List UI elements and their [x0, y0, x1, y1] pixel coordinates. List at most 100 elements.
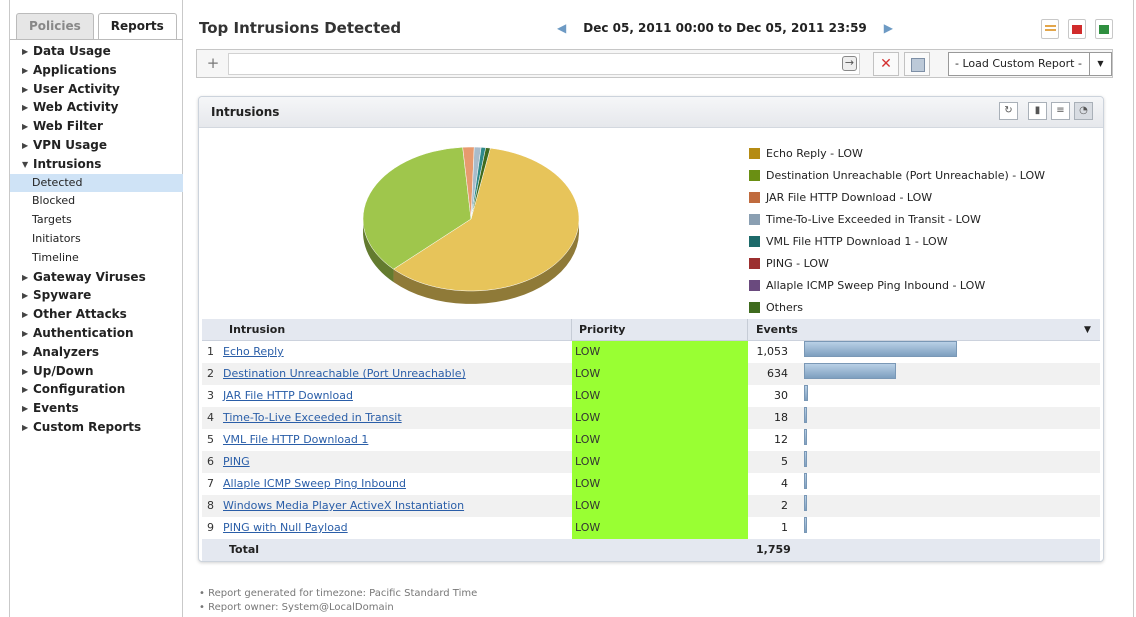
row-number: 7: [207, 477, 214, 490]
expand-arrow-icon: ▶: [22, 385, 29, 395]
legend-swatch: [749, 257, 760, 269]
column-divider: [747, 319, 748, 341]
load-custom-report-select[interactable]: - Load Custom Report - ▼: [948, 52, 1112, 76]
table-view-icon[interactable]: ≡: [1051, 102, 1070, 120]
table-total-row: Total 1,759: [202, 539, 1100, 561]
nav-web-filter[interactable]: ▶ Web Filter: [10, 117, 183, 136]
legend-label: Others: [766, 300, 803, 314]
legend-swatch: [749, 169, 760, 181]
nav-events[interactable]: ▶ Events: [10, 399, 183, 418]
legend-swatch: [749, 191, 760, 203]
intrusion-link[interactable]: Windows Media Player ActiveX Instantiati…: [223, 495, 464, 517]
intrusion-link[interactable]: VML File HTTP Download 1: [223, 429, 368, 451]
events-count: 1: [781, 521, 788, 534]
col-header-priority[interactable]: Priority: [579, 319, 625, 341]
intrusion-link[interactable]: Allaple ICMP Sweep Ping Inbound: [223, 473, 406, 495]
legend-swatch: [749, 147, 760, 159]
legend-label: PING - LOW: [766, 256, 829, 270]
priority-cell: LOW: [572, 429, 748, 451]
priority-cell: LOW: [572, 517, 748, 539]
nav-spyware[interactable]: ▶ Spyware: [10, 286, 183, 305]
row-number: 6: [207, 455, 214, 468]
intrusion-link[interactable]: Destination Unreachable (Port Unreachabl…: [223, 363, 466, 385]
nav-label: Custom Reports: [33, 419, 142, 434]
prev-date-arrow-icon[interactable]: ◀: [557, 21, 566, 35]
nav-up-down[interactable]: ▶ Up/Down: [10, 362, 183, 381]
table-row: 2 Destination Unreachable (Port Unreachab…: [202, 363, 1100, 385]
row-number: 8: [207, 499, 214, 512]
apply-filter-arrow-icon[interactable]: →: [842, 56, 857, 71]
bar-chart-view-icon[interactable]: ▮: [1028, 102, 1047, 120]
intrusion-link[interactable]: Echo Reply: [223, 341, 284, 363]
legend-label: Allaple ICMP Sweep Ping Inbound - LOW: [766, 278, 986, 292]
col-header-events[interactable]: Events: [756, 319, 798, 341]
intrusion-link[interactable]: JAR File HTTP Download: [223, 385, 353, 407]
nav-label: User Activity: [33, 81, 120, 96]
refresh-icon[interactable]: ↻: [999, 102, 1018, 120]
nav-sub-targets[interactable]: Targets: [10, 211, 183, 230]
nav-sub-initiators[interactable]: Initiators: [10, 230, 183, 249]
row-number: 9: [207, 521, 214, 534]
events-bar: [804, 385, 809, 401]
nav-configuration[interactable]: ▶ Configuration: [10, 380, 183, 399]
add-filter-button[interactable]: +: [203, 55, 223, 73]
nav-web-activity[interactable]: ▶ Web Activity: [10, 98, 183, 117]
total-label: Total: [229, 543, 260, 556]
legend-item: Destination Unreachable (Port Unreachabl…: [749, 164, 1045, 186]
expand-arrow-icon: ▶: [22, 404, 29, 414]
expand-arrow-icon: ▶: [22, 122, 29, 132]
col-header-intrusion[interactable]: Intrusion: [229, 319, 285, 341]
main-content: Top Intrusions Detected ◀ Dec 05, 2011 0…: [190, 0, 1120, 617]
events-bar: [804, 429, 807, 445]
clear-filter-button[interactable]: ✕: [873, 52, 899, 76]
tab-reports[interactable]: Reports: [97, 13, 177, 40]
legend-swatch: [749, 235, 760, 247]
events-count: 12: [774, 433, 788, 446]
expand-arrow-icon: ▶: [22, 272, 29, 282]
nav-label: Intrusions: [33, 156, 102, 171]
report-document-icon[interactable]: [1041, 19, 1059, 39]
pie-chart-view-icon[interactable]: ◔: [1074, 102, 1093, 120]
excel-export-icon[interactable]: [1095, 19, 1113, 39]
nav-intrusions[interactable]: ▼ Intrusions: [10, 155, 183, 174]
nav-other-attacks[interactable]: ▶ Other Attacks: [10, 305, 183, 324]
nav-analyzers[interactable]: ▶ Analyzers: [10, 343, 183, 362]
sort-desc-icon[interactable]: ▼: [1084, 319, 1091, 341]
sidebar: Policies Reports ▶ Data Usage ▶ Applicatio…: [10, 0, 183, 617]
nav-sub-timeline[interactable]: Timeline: [10, 249, 183, 268]
nav-applications[interactable]: ▶ Applications: [10, 61, 183, 80]
footnote-text: Report owner: System@LocalDomain: [208, 602, 394, 613]
tab-policies[interactable]: Policies: [16, 13, 94, 40]
legend-label: Destination Unreachable (Port Unreachabl…: [766, 168, 1045, 182]
legend-swatch: [749, 213, 760, 225]
footnote-owner: • Report owner: System@LocalDomain: [199, 602, 394, 613]
total-value: 1,759: [756, 543, 791, 556]
filter-input[interactable]: [228, 53, 860, 75]
table-header: Intrusion Priority Events ▼: [202, 319, 1100, 341]
intrusion-link[interactable]: PING: [223, 451, 250, 473]
nav-authentication[interactable]: ▶ Authentication: [10, 324, 183, 343]
events-bar: [804, 517, 807, 533]
nav-vpn-usage[interactable]: ▶ VPN Usage: [10, 136, 183, 155]
table-row: 6 PING LOW 5: [202, 451, 1100, 473]
priority-cell: LOW: [572, 341, 748, 363]
panel-title: Intrusions: [211, 105, 280, 119]
nav-user-activity[interactable]: ▶ User Activity: [10, 80, 183, 99]
next-date-arrow-icon[interactable]: ▶: [884, 21, 893, 35]
intrusion-link[interactable]: Time-To-Live Exceeded in Transit: [223, 407, 402, 429]
expand-arrow-icon: ▶: [22, 65, 29, 75]
expand-arrow-icon: ▶: [22, 422, 29, 432]
nav-sub-blocked[interactable]: Blocked: [10, 192, 183, 211]
events-count: 634: [767, 367, 788, 380]
legend-item: VML File HTTP Download 1 - LOW: [749, 230, 1045, 252]
nav-sub-detected[interactable]: Detected: [10, 173, 183, 193]
pdf-export-icon[interactable]: [1068, 19, 1086, 39]
intrusion-link[interactable]: PING with Null Payload: [223, 517, 348, 539]
nav-custom-reports[interactable]: ▶ Custom Reports: [10, 418, 183, 437]
save-report-icon[interactable]: [904, 52, 930, 76]
row-number: 3: [207, 389, 214, 402]
events-bar: [804, 341, 957, 357]
nav-data-usage[interactable]: ▶ Data Usage: [10, 42, 183, 61]
chevron-down-icon[interactable]: ▼: [1089, 53, 1111, 75]
nav-gateway-viruses[interactable]: ▶ Gateway Viruses: [10, 268, 183, 287]
